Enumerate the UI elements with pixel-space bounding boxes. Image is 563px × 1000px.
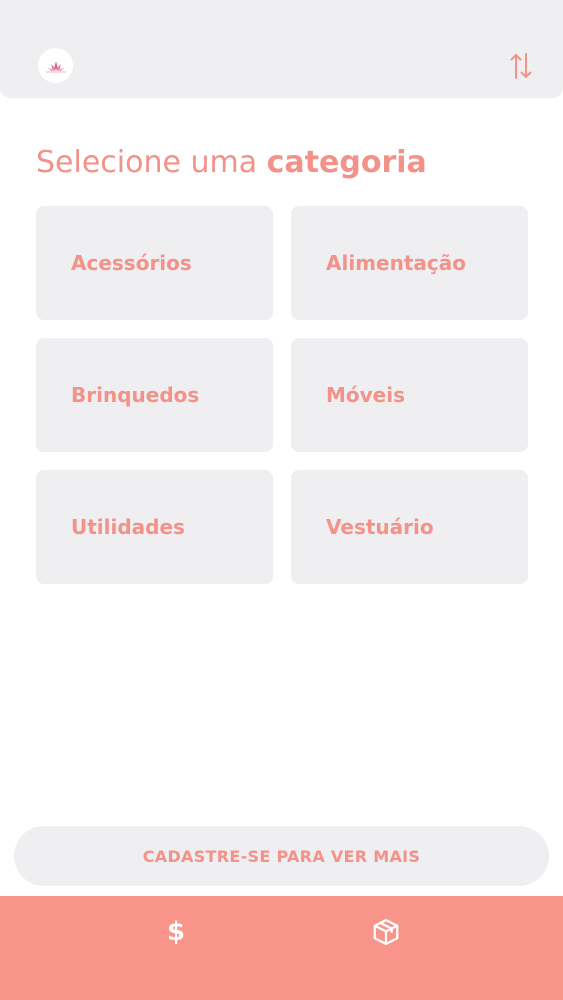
- category-grid: Acessórios Alimentação Brinquedos Móveis…: [36, 206, 528, 584]
- app-screen: Selecione uma categoria Acessórios Alime…: [0, 0, 563, 1000]
- sort-button[interactable]: [506, 50, 536, 82]
- category-label: Acessórios: [71, 251, 192, 275]
- flower-logo-icon: [45, 60, 66, 72]
- category-card-brinquedos[interactable]: Brinquedos: [36, 338, 273, 452]
- category-card-alimentacao[interactable]: Alimentação: [291, 206, 528, 320]
- category-label: Brinquedos: [71, 383, 200, 407]
- title-regular: Selecione uma: [36, 145, 267, 180]
- category-card-vestuario[interactable]: Vestuário: [291, 470, 528, 584]
- bottom-nav: $: [0, 896, 563, 1000]
- category-label: Móveis: [326, 383, 406, 407]
- package-icon: [373, 919, 399, 945]
- header: [0, 0, 563, 98]
- page-title: Selecione uma categoria: [36, 142, 427, 184]
- register-button-label: CADASTRE-SE PARA VER MAIS: [142, 846, 421, 866]
- app-logo[interactable]: [38, 48, 73, 83]
- dollar-icon: $: [166, 917, 186, 947]
- category-card-acessorios[interactable]: Acessórios: [36, 206, 273, 320]
- register-button[interactable]: CADASTRE-SE PARA VER MAIS: [14, 826, 549, 886]
- category-card-moveis[interactable]: Móveis: [291, 338, 528, 452]
- nav-item-products[interactable]: [361, 912, 411, 952]
- sort-arrows-icon: [510, 53, 532, 79]
- category-label: Vestuário: [326, 515, 434, 539]
- title-bold: categoria: [266, 145, 427, 180]
- category-card-utilidades[interactable]: Utilidades: [36, 470, 273, 584]
- nav-item-prices[interactable]: $: [151, 912, 201, 952]
- category-label: Alimentação: [326, 251, 466, 275]
- category-label: Utilidades: [71, 515, 185, 539]
